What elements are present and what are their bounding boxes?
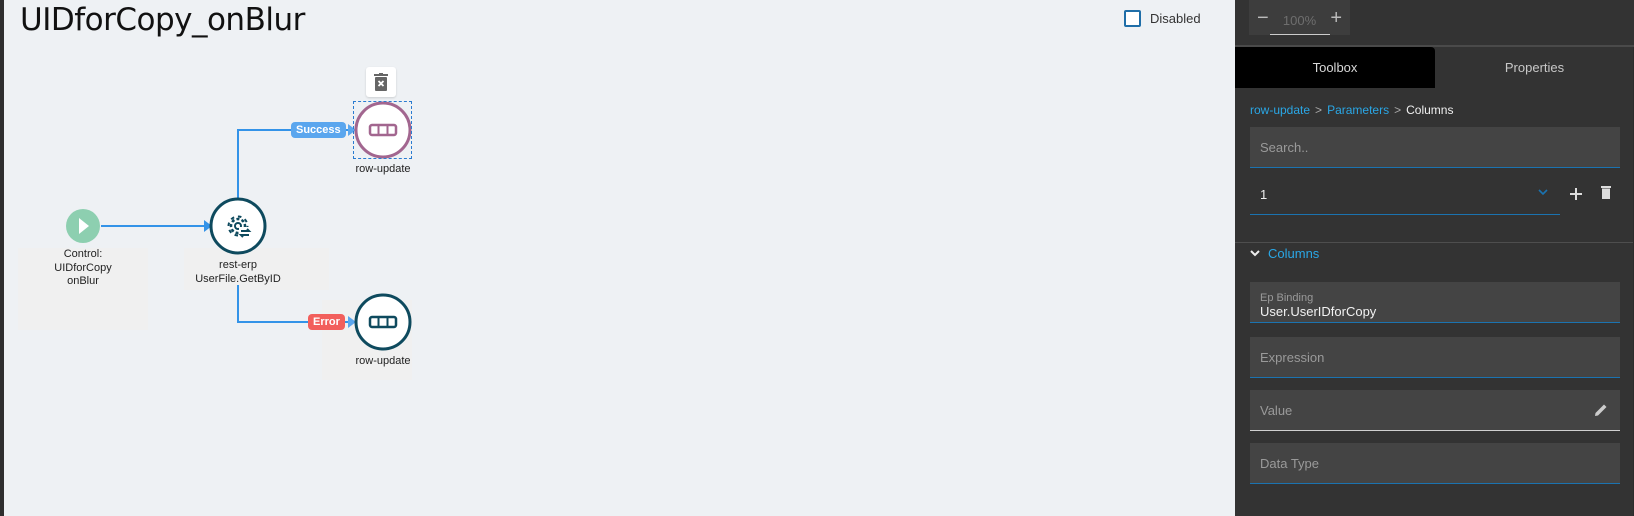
- breadcrumb-parameters[interactable]: Parameters: [1327, 103, 1389, 117]
- trash-x-icon: [374, 73, 388, 91]
- select-value: 1: [1260, 187, 1268, 202]
- label-line: UserFile.GetByID: [195, 272, 281, 285]
- value-field[interactable]: Value: [1250, 390, 1620, 431]
- breadcrumb-columns: Columns: [1406, 103, 1454, 117]
- rest-node-label: rest-erp UserFile.GetByID: [188, 259, 288, 286]
- chevron-down-icon: [1250, 250, 1260, 257]
- pencil-icon[interactable]: [1594, 403, 1608, 417]
- rest-erp-node[interactable]: [209, 197, 267, 255]
- columns-section-toggle[interactable]: Columns: [1250, 246, 1319, 261]
- divider: [1235, 242, 1634, 243]
- delete-column-button[interactable]: [1601, 186, 1611, 204]
- expression-field[interactable]: Expression: [1250, 337, 1620, 378]
- trash-icon: [1601, 186, 1611, 199]
- ep-binding-label: Ep Binding: [1260, 292, 1314, 304]
- start-node[interactable]: [66, 209, 100, 243]
- label-line: UIDforCopy: [54, 261, 112, 274]
- selection-box: [353, 101, 412, 159]
- label-line: onBlur: [67, 275, 99, 287]
- plus-icon: [1570, 188, 1582, 200]
- chevron-down-icon: [1538, 189, 1548, 196]
- breadcrumb-row-update[interactable]: row-update: [1250, 103, 1310, 117]
- search-placeholder: Search..: [1260, 140, 1309, 155]
- search-input[interactable]: Search..: [1250, 127, 1620, 168]
- breadcrumb-separator: >: [1315, 103, 1323, 117]
- side-panel: − 100% + Toolbox Properties row-update > P…: [1235, 0, 1634, 516]
- zoom-out-button[interactable]: −: [1257, 8, 1269, 28]
- breadcrumb: row-update > Parameters > Columns: [1250, 103, 1453, 117]
- success-row-label: row-update: [355, 163, 411, 175]
- error-edge-label: Error: [308, 314, 345, 330]
- success-edge-label: Success: [291, 122, 346, 138]
- add-column-button[interactable]: [1570, 187, 1582, 205]
- tab-toolbox[interactable]: Toolbox: [1235, 47, 1435, 88]
- flow-canvas[interactable]: UIDforCopy_onBlur Disabled Success Error…: [4, 0, 1235, 516]
- error-row-label: row-update: [355, 355, 411, 367]
- zoom-in-button[interactable]: +: [1330, 8, 1342, 28]
- zoom-control: − 100% +: [1249, 0, 1350, 35]
- zoom-level[interactable]: 100%: [1269, 13, 1330, 35]
- column-index-select[interactable]: 1: [1250, 175, 1560, 215]
- delete-node-button[interactable]: [366, 67, 396, 97]
- row-update-error-node[interactable]: [354, 293, 412, 351]
- data-type-field[interactable]: Data Type: [1250, 443, 1620, 484]
- expression-placeholder: Expression: [1260, 350, 1325, 365]
- panel-tabs: Toolbox Properties: [1235, 47, 1634, 88]
- edge-start-to-rest[interactable]: [101, 220, 212, 232]
- label-line: rest-erp: [219, 259, 257, 271]
- breadcrumb-separator: >: [1394, 103, 1402, 117]
- value-placeholder: Value: [1260, 403, 1293, 418]
- ep-binding-value: User.UserIDforCopy: [1260, 304, 1377, 319]
- label-line: Control:: [63, 248, 103, 260]
- flow-diagram: [66, 101, 412, 351]
- columns-section-label: Columns: [1268, 246, 1320, 261]
- app-root: UIDforCopy_onBlur Disabled Success Error…: [0, 0, 1634, 516]
- ep-binding-field[interactable]: Ep Binding User.UserIDforCopy: [1250, 282, 1620, 323]
- start-node-label: Control: UIDforCopy onBlur: [43, 248, 123, 289]
- data-type-placeholder: Data Type: [1260, 456, 1320, 471]
- tab-properties[interactable]: Properties: [1435, 47, 1634, 88]
